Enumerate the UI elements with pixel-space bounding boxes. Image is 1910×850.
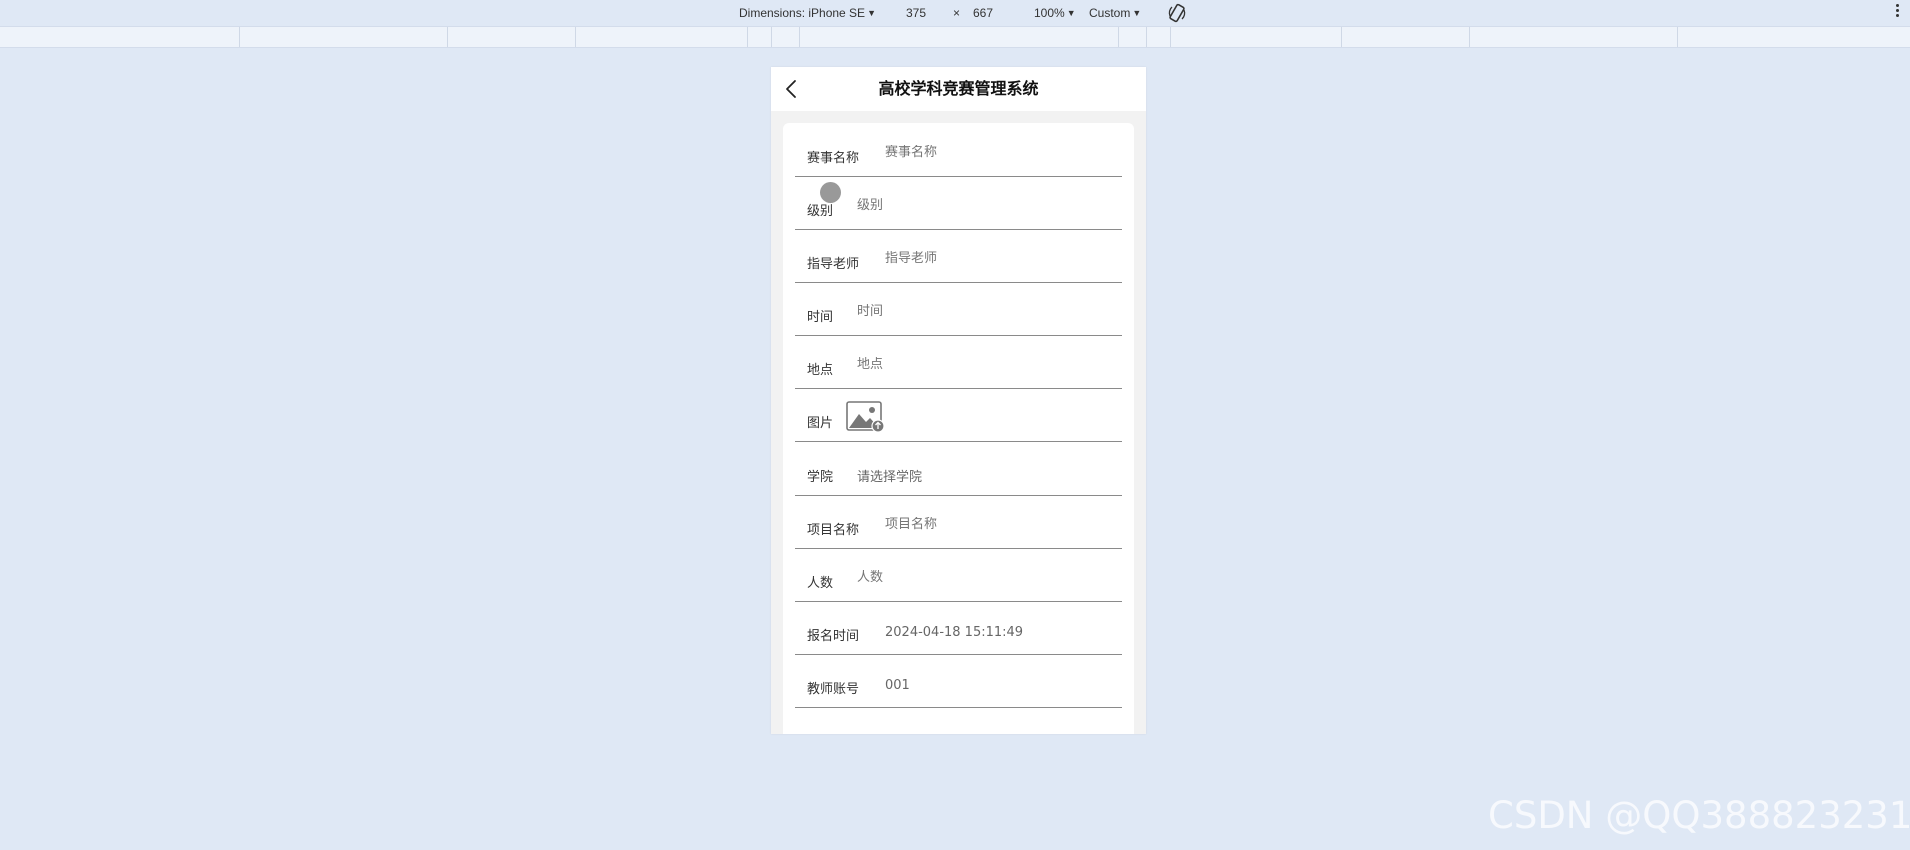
location-input[interactable]: [857, 357, 1097, 372]
form-row-competition-name: 赛事名称: [795, 123, 1122, 177]
touch-cursor: [820, 182, 841, 203]
devtools-toolbar: Dimensions: iPhone SE ▼ 375 × 667 100% ▼ C…: [0, 0, 1910, 26]
teacher-account-value[interactable]: 001: [885, 678, 910, 693]
competition-name-input[interactable]: [885, 145, 1105, 160]
form-row-time: 时间: [795, 282, 1122, 336]
time-label: 时间: [807, 310, 834, 325]
form-row-college[interactable]: 学院 请选择学院: [795, 441, 1122, 496]
college-select[interactable]: 请选择学院: [857, 466, 922, 485]
time-input[interactable]: [857, 304, 1097, 319]
project-name-label: 项目名称: [807, 523, 860, 538]
image-upload-icon[interactable]: [846, 401, 884, 433]
zoom-select[interactable]: 100% ▼: [1034, 6, 1076, 20]
back-arrow-icon[interactable]: [781, 78, 803, 100]
throttle-select-label: Custom: [1089, 6, 1131, 20]
zoom-select-label: 100%: [1034, 6, 1065, 20]
advisor-label: 指导老师: [807, 257, 860, 272]
media-query-ruler: [0, 26, 1910, 48]
signup-time-label: 报名时间: [807, 629, 860, 644]
form-row-advisor: 指导老师: [795, 229, 1122, 283]
form-card: 赛事名称 级别 指导老师 时间 地点 图片: [783, 123, 1134, 734]
rotate-icon[interactable]: [1167, 3, 1187, 23]
device-select-label: Dimensions: iPhone SE: [739, 6, 866, 20]
form-row-level: 级别: [795, 176, 1122, 230]
teacher-account-label: 教师账号: [807, 682, 860, 697]
form-row-image: 图片: [795, 388, 1122, 442]
project-name-input[interactable]: [885, 517, 1105, 532]
height-input[interactable]: 667: [973, 6, 993, 20]
form-row-teacher-account: 教师账号 001: [795, 654, 1122, 708]
form-row-project-name: 项目名称: [795, 495, 1122, 549]
competition-name-label: 赛事名称: [807, 151, 860, 166]
form-row-headcount: 人数: [795, 548, 1122, 602]
throttle-select[interactable]: Custom ▼: [1089, 6, 1141, 20]
headcount-label: 人数: [807, 576, 834, 591]
caret-down-icon: ▼: [867, 8, 876, 18]
caret-down-icon: ▼: [1066, 8, 1076, 18]
times-sign: ×: [953, 6, 961, 20]
headcount-input[interactable]: [857, 570, 1097, 585]
page-title: 高校学科竞赛管理系统: [878, 79, 1039, 98]
signup-time-value[interactable]: 2024-04-18 15:11:49: [885, 625, 1023, 640]
college-label: 学院: [807, 470, 834, 485]
caret-down-icon: ▼: [1132, 8, 1142, 18]
device-select[interactable]: Dimensions: iPhone SE ▼: [739, 6, 876, 20]
location-label: 地点: [807, 363, 834, 378]
image-label: 图片: [807, 416, 834, 431]
width-input[interactable]: 375: [906, 6, 926, 20]
nav-bar: 高校学科竞赛管理系统: [771, 67, 1146, 111]
watermark: CSDN @QQ3888232316: [1488, 794, 1910, 837]
advisor-input[interactable]: [885, 251, 1105, 266]
form-row-signup-time: 报名时间 2024-04-18 15:11:49: [795, 601, 1122, 655]
form-row-location: 地点: [795, 335, 1122, 389]
device-viewport: 高校学科竞赛管理系统 赛事名称 级别 指导老师 时间 地点: [771, 67, 1146, 734]
level-input[interactable]: [857, 198, 1097, 213]
more-vertical-icon[interactable]: [1893, 2, 1901, 22]
